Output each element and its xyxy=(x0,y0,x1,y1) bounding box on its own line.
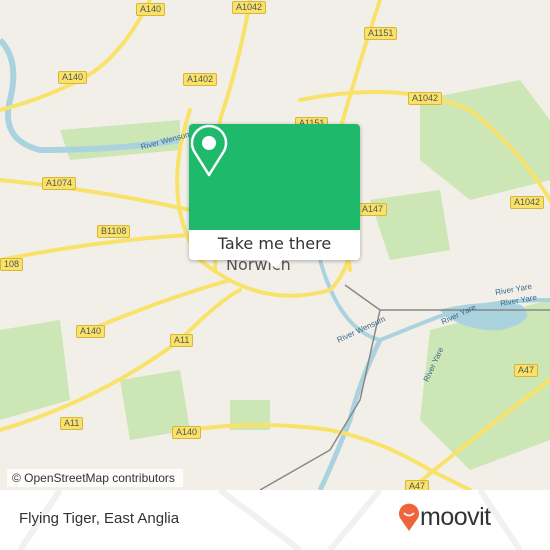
moovit-logo[interactable]: moovit xyxy=(398,502,491,532)
road-label: A1074 xyxy=(42,177,77,190)
location-title: Flying Tiger, East Anglia xyxy=(19,510,180,527)
location-popup: Take me there xyxy=(189,124,360,268)
road-label: A1042 xyxy=(510,196,545,209)
road-label: 108 xyxy=(0,258,24,271)
popup-header xyxy=(189,124,360,230)
road-label: A140 xyxy=(58,71,88,84)
road-label: A11 xyxy=(170,334,194,347)
footer: Flying Tiger, East Anglia moovit xyxy=(0,490,550,550)
road-label: A47 xyxy=(514,364,539,377)
road-label: A1402 xyxy=(183,73,218,86)
popup-tail xyxy=(267,260,283,268)
road-label: A1151 xyxy=(364,27,398,40)
map-pin-icon xyxy=(190,124,228,177)
map[interactable]: A140 A1042 A1151 A140 A1402 A1042 A1151 … xyxy=(0,0,550,490)
road-label: A140 xyxy=(76,325,106,338)
moovit-wordmark: moovit xyxy=(420,502,491,531)
take-me-there-button[interactable]: Take me there xyxy=(189,230,360,260)
road-label: A147 xyxy=(358,203,388,216)
road-label: A47 xyxy=(405,480,430,490)
moovit-pin-icon xyxy=(399,503,419,531)
road-label: A1042 xyxy=(408,92,443,105)
road-label: A1042 xyxy=(232,1,267,14)
road-label: A140 xyxy=(172,426,202,439)
road-label: A11 xyxy=(60,417,84,430)
map-attribution[interactable]: © OpenStreetMap contributors xyxy=(7,469,183,487)
road-label: A140 xyxy=(136,3,166,16)
road-label: B1108 xyxy=(97,225,131,238)
